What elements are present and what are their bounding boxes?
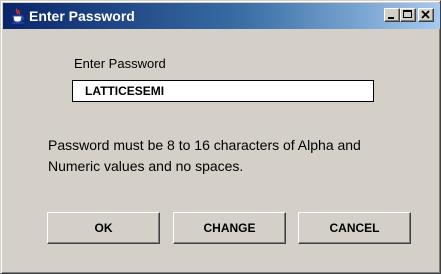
title-bar[interactable]: Enter Password bbox=[3, 3, 440, 29]
ok-button[interactable]: OK bbox=[47, 212, 160, 244]
info-line-2: Numeric values and no spaces. bbox=[48, 158, 244, 174]
java-cup-icon[interactable] bbox=[10, 8, 26, 24]
minimize-button[interactable] bbox=[384, 8, 400, 22]
maximize-button[interactable] bbox=[400, 8, 416, 22]
info-line-1: Password must be 8 to 16 characters of A… bbox=[48, 137, 361, 153]
window-title: Enter Password bbox=[29, 8, 135, 24]
maximize-icon bbox=[403, 10, 412, 18]
cancel-button[interactable]: CANCEL bbox=[298, 212, 411, 244]
password-requirements-text: Password must be 8 to 16 characters of A… bbox=[48, 135, 428, 177]
close-icon bbox=[421, 10, 430, 19]
change-button[interactable]: CHANGE bbox=[173, 212, 286, 244]
enter-password-dialog: Enter Password Enter Password Password m… bbox=[0, 0, 441, 274]
password-label: Enter Password bbox=[74, 56, 166, 71]
minimize-icon bbox=[388, 17, 394, 19]
close-button[interactable] bbox=[418, 8, 434, 22]
password-input[interactable] bbox=[72, 80, 374, 102]
